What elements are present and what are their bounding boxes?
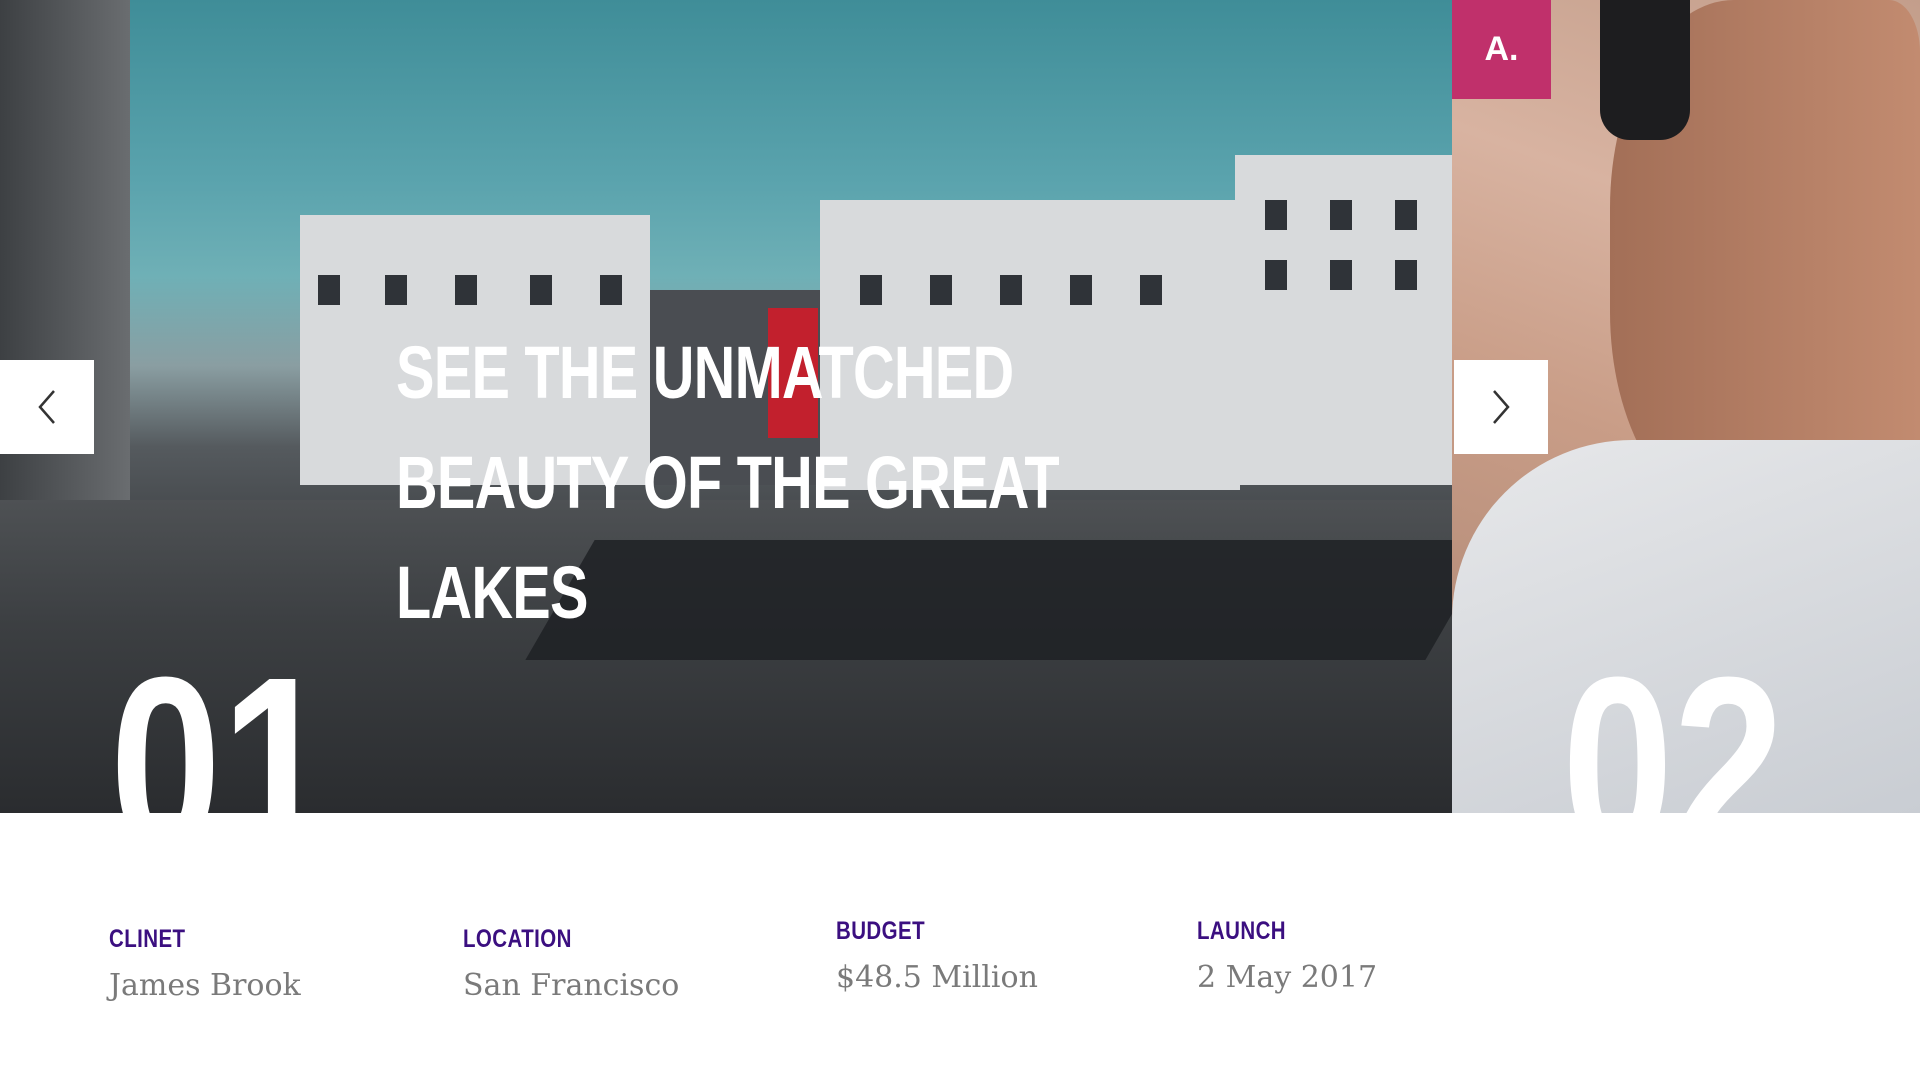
detail-value: James Brook [109, 968, 301, 1003]
chevron-right-icon [1493, 390, 1510, 424]
slider-prev-button[interactable] [0, 360, 94, 454]
detail-budget: Budget $48.5 Million [836, 917, 1038, 995]
project-details: Clinet James Brook Location San Francisc… [0, 813, 1920, 1080]
detail-client: Clinet James Brook [109, 925, 301, 1003]
detail-label: Budget [836, 917, 926, 945]
detail-launch: Launch 2 May 2017 [1197, 917, 1377, 995]
detail-value: San Francisco [463, 968, 680, 1003]
slide-number-next: 02 [1562, 625, 1785, 814]
detail-location: Location San Francisco [463, 925, 679, 1003]
building-left [0, 0, 130, 560]
detail-value: 2 May 2017 [1197, 960, 1378, 995]
detail-value: $48.5 Million [836, 960, 1038, 995]
hero-title: See the unmatched beauty of the great la… [396, 331, 1060, 634]
camera-shape [1600, 0, 1690, 140]
detail-label: Clinet [109, 925, 186, 953]
slide-number-current: 01 [110, 625, 333, 814]
slider-next-button[interactable] [1454, 360, 1548, 454]
brand-logo[interactable]: A. [1452, 0, 1551, 99]
chevron-left-icon [38, 390, 55, 424]
detail-label: Launch [1197, 917, 1287, 945]
detail-label: Location [463, 925, 572, 953]
hero-slider: See the unmatched beauty of the great la… [0, 0, 1920, 813]
